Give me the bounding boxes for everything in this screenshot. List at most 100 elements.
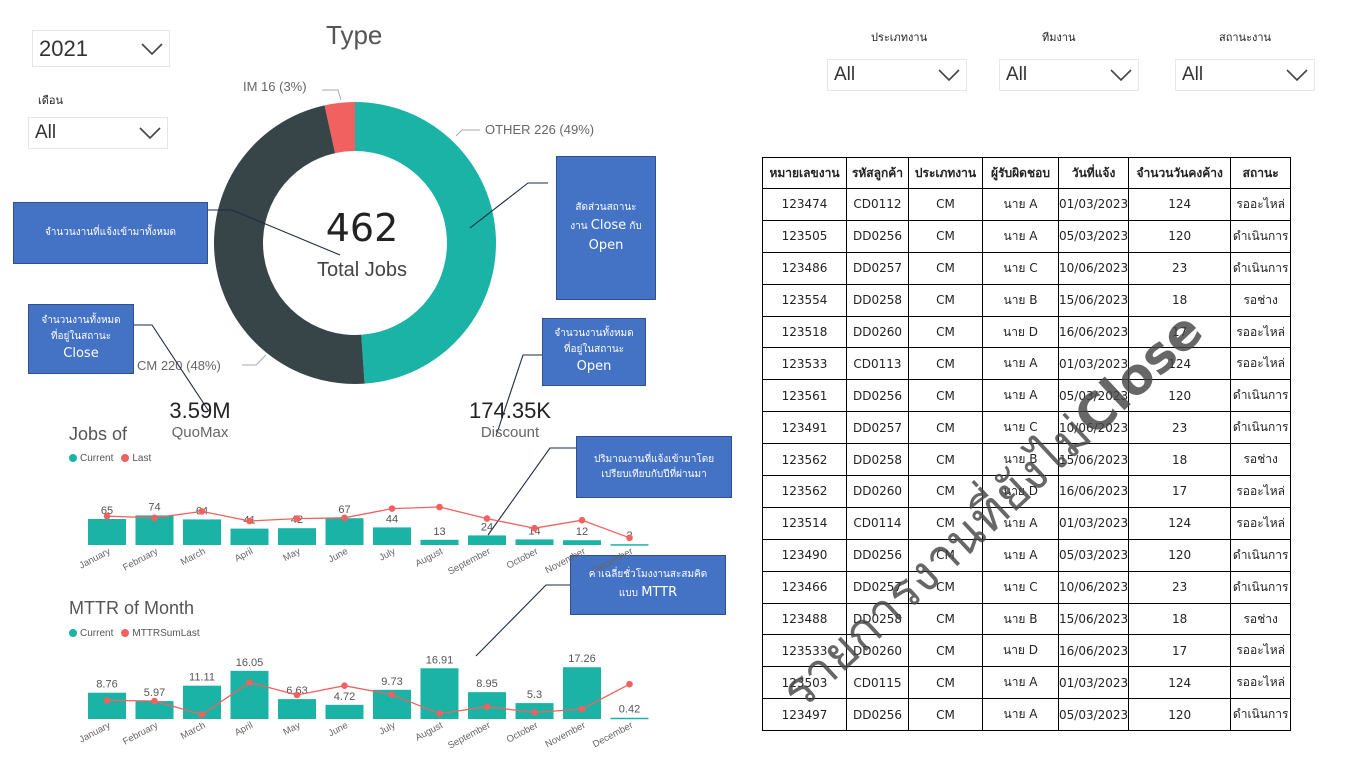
- table-cell: 15/06/2023: [1057, 283, 1130, 317]
- last-series-point[interactable]: [436, 710, 443, 717]
- current-bar[interactable]: [230, 528, 269, 545]
- table-row[interactable]: 123466 DD0257 CM นาย C 10/06/2023 23 ดำเนินการ: [762, 570, 1292, 604]
- table-cell: นาย D: [982, 475, 1059, 508]
- last-series-point[interactable]: [341, 682, 348, 689]
- current-bar[interactable]: [420, 539, 459, 545]
- last-series-point[interactable]: [341, 514, 348, 522]
- last-series-point[interactable]: [578, 516, 586, 524]
- last-series-point[interactable]: [626, 534, 633, 542]
- current-bar[interactable]: [278, 528, 316, 545]
- job-type-dropdown[interactable]: All: [827, 59, 967, 91]
- table-cell: CD0115: [846, 666, 909, 700]
- current-bar[interactable]: [88, 692, 126, 719]
- table-cell: 10/06/2023: [1057, 411, 1130, 445]
- current-bar[interactable]: [278, 699, 316, 719]
- last-series-point[interactable]: [198, 711, 206, 718]
- last-series-point[interactable]: [151, 514, 158, 522]
- table-cell: ดำเนินการ: [1230, 411, 1292, 445]
- chevron-down-icon: [938, 69, 960, 81]
- current-bar[interactable]: [515, 539, 554, 545]
- table-cell: รออะไหล่: [1230, 666, 1292, 700]
- table-cell: CM: [908, 188, 983, 221]
- table-row[interactable]: 123562 DD0258 CM นาย B 15/06/2023 18 รอช่าง: [762, 443, 1292, 477]
- discount-label: Discount: [480, 424, 540, 441]
- legend-current: Current: [69, 453, 113, 464]
- table-row[interactable]: 123474 CD0112 CM นาย A 01/03/2023 124 รออะไหล่: [762, 188, 1292, 221]
- table-cell: 23: [1128, 570, 1232, 604]
- current-bar[interactable]: [325, 518, 364, 545]
- table-cell: ดำเนินการ: [1230, 379, 1292, 413]
- month-tick-label: June: [327, 720, 350, 739]
- table-row[interactable]: 123490 DD0256 CM นาย A 05/03/2023 120 ดำเนินกา…: [762, 538, 1292, 572]
- table-cell: DD0256: [846, 698, 909, 732]
- table-cell: DD0257: [846, 570, 909, 604]
- last-series-point[interactable]: [246, 517, 253, 525]
- current-bar[interactable]: [468, 535, 506, 545]
- table-row[interactable]: 123514 CD0114 CM นาย A 01/03/2023 124 รออะไหล่: [762, 506, 1292, 540]
- table-cell: 123561: [762, 379, 847, 413]
- open-callout-status: Open: [576, 359, 612, 375]
- jobs-chart-title: Jobs of: [69, 424, 128, 444]
- current-bar[interactable]: [230, 670, 269, 719]
- table-row[interactable]: 123488 DD0258 CM นาย B 15/06/2023 18 รอช่าง: [762, 602, 1292, 636]
- last-series-point[interactable]: [531, 709, 538, 716]
- current-bar[interactable]: [88, 519, 126, 545]
- table-cell: CM: [908, 283, 983, 317]
- bar-value-label: 9.73: [381, 676, 402, 688]
- current-bar[interactable]: [373, 527, 411, 545]
- current-bar[interactable]: [610, 717, 649, 720]
- month-tick-label: September: [446, 720, 492, 752]
- bar-value-label: 8.95: [476, 678, 497, 690]
- table-row[interactable]: 123562 DD0260 CM นาย D 16/06/2023 17 รออะไหล่: [762, 475, 1292, 508]
- table-row[interactable]: 123503 CD0115 CM นาย A 01/03/2023 124 รออะไหล่: [762, 666, 1292, 700]
- table-row[interactable]: 123505 DD0256 CM นาย A 05/03/2023 120 ดำเนินกา…: [762, 219, 1292, 253]
- status-ratio-callout: สัดส่วนสถานะ งาน Close กับ Open: [556, 156, 656, 300]
- last-series-point[interactable]: [483, 515, 491, 522]
- table-cell: นาย D: [982, 315, 1059, 349]
- open-callout-line2: ที่อยู่ในสถานะ: [563, 343, 625, 355]
- last-series-point[interactable]: [578, 705, 586, 713]
- ratio-open: Open: [588, 237, 624, 253]
- table-cell: นาย D: [982, 634, 1059, 668]
- ratio-line2: งาน Close กับ: [570, 217, 642, 233]
- last-series-point[interactable]: [483, 703, 491, 710]
- last-series-point[interactable]: [293, 691, 301, 699]
- table-row[interactable]: 123486 DD0257 CM นาย C 10/06/2023 23 ดำเนินการ: [762, 251, 1292, 285]
- last-series-point[interactable]: [198, 508, 206, 515]
- last-series-point[interactable]: [246, 679, 253, 686]
- table-cell: 17: [1128, 315, 1232, 349]
- table-cell: 17: [1128, 634, 1232, 668]
- last-series-point[interactable]: [436, 503, 443, 511]
- table-cell: นาย A: [982, 188, 1059, 221]
- last-series-point[interactable]: [388, 505, 396, 512]
- last-series-point[interactable]: [103, 697, 111, 704]
- last-series-point[interactable]: [151, 697, 158, 705]
- table-row[interactable]: 123533 DD0260 CM นาย D 16/06/2023 17 รออะไหล่: [762, 634, 1292, 668]
- last-series-point[interactable]: [388, 691, 396, 698]
- table-row[interactable]: 123491 DD0257 CM นาย C 10/06/2023 23 ดำเนินการ: [762, 411, 1292, 445]
- legend-current: Current: [69, 628, 113, 639]
- current-bar[interactable]: [183, 519, 221, 545]
- table-row[interactable]: 123554 DD0258 CM นาย B 15/06/2023 18 รอช่าง: [762, 283, 1292, 317]
- team-dropdown[interactable]: All: [999, 59, 1139, 91]
- table-row[interactable]: 123533 CD0113 CM นาย A 01/03/2023 124 รออะไหล่: [762, 347, 1292, 381]
- table-row[interactable]: 123518 DD0260 CM นาย D 16/06/2023 17 รออะไหล่: [762, 315, 1292, 349]
- last-series-point[interactable]: [293, 515, 301, 522]
- table-cell: นาย A: [982, 506, 1059, 540]
- table-cell: ดำเนินการ: [1230, 698, 1292, 732]
- last-series-point[interactable]: [531, 524, 538, 532]
- table-cell: 124: [1128, 666, 1232, 700]
- status-dropdown[interactable]: All: [1175, 59, 1315, 91]
- table-row[interactable]: 123497 DD0256 CM นาย A 05/03/2023 120 ดำเนินกา…: [762, 698, 1292, 732]
- mttr-chart-title: MTTR of Month: [69, 598, 195, 618]
- last-series-point[interactable]: [626, 680, 633, 688]
- table-cell: 15/06/2023: [1057, 602, 1130, 636]
- table-cell: CM: [908, 443, 983, 477]
- current-bar[interactable]: [325, 704, 364, 719]
- last-series-point[interactable]: [103, 512, 111, 520]
- table-row[interactable]: 123561 DD0256 CM นาย A 05/03/2023 120 ดำเนินกา…: [762, 379, 1292, 413]
- current-bar[interactable]: [563, 540, 601, 545]
- current-bar[interactable]: [610, 544, 649, 546]
- table-cell: CM: [908, 251, 983, 285]
- table-cell: 120: [1128, 698, 1232, 732]
